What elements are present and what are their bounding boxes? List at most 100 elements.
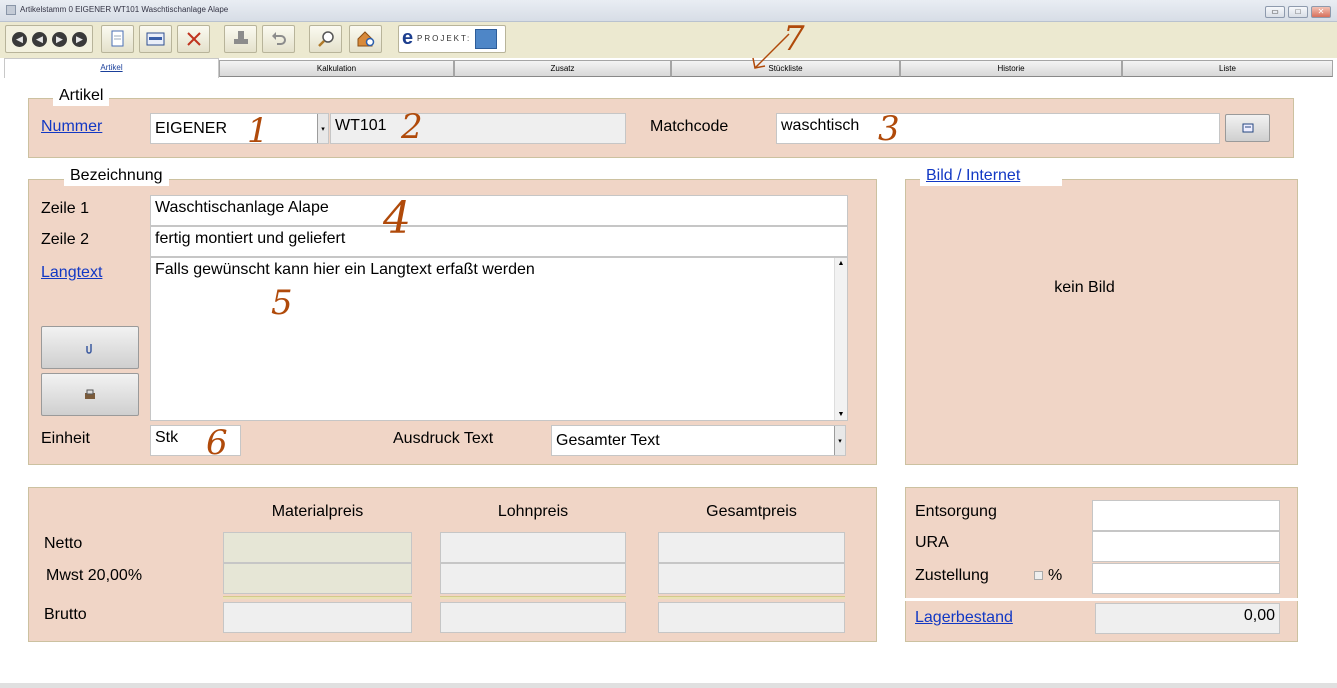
langtext-link[interactable]: Langtext (41, 264, 102, 282)
status-strip (0, 683, 1337, 688)
mwst-lohn-field[interactable] (440, 563, 626, 594)
home-search-icon (357, 31, 374, 47)
brutto-label: Brutto (44, 606, 87, 623)
tab-kalkulation[interactable]: Kalkulation (219, 60, 454, 77)
nummer-prefix-value: EIGENER (155, 119, 228, 137)
ausdruck-value: Gesamter Text (556, 431, 660, 449)
ura-label: URA (915, 534, 949, 551)
annotation-4: 4 (383, 193, 411, 244)
close-button[interactable]: ✕ (1311, 6, 1331, 18)
kein-bild-text: kein Bild (1054, 279, 1115, 296)
search-icon (317, 31, 334, 47)
annotation-5: 5 (271, 283, 293, 323)
mwst-label: Mwst 20,00% (46, 567, 143, 584)
previous-record-icon[interactable]: ◀ (32, 32, 47, 47)
next-record-icon[interactable]: ▶ (52, 32, 67, 47)
zustellung-percent-checkbox[interactable] (1034, 571, 1043, 580)
home-search-button[interactable] (349, 25, 382, 53)
edit-card-icon (146, 32, 164, 46)
nummer-field[interactable]: WT101 (330, 113, 626, 144)
col-gesamtpreis: Gesamtpreis (706, 503, 797, 520)
record-navigation: ◀ ◀ ▶ ▶ (5, 25, 93, 53)
zustellung-label: Zustellung (915, 567, 989, 584)
title-bar: Artikelstamm 0 EIGENER WT101 Waschtischa… (0, 0, 1337, 22)
stamp-icon (233, 31, 248, 44)
sum-separator (223, 596, 412, 599)
percent-label: % (1048, 567, 1063, 584)
tab-zusatz[interactable]: Zusatz (454, 60, 671, 77)
annotation-1: 1 (247, 111, 269, 151)
attach-button[interactable] (41, 326, 139, 369)
tab-liste[interactable]: Liste (1122, 60, 1333, 77)
mwst-material-field[interactable] (223, 563, 412, 594)
new-button[interactable] (101, 25, 134, 53)
printer-icon (85, 389, 95, 399)
matchcode-label: Matchcode (650, 118, 729, 135)
eprojekt-label: PROJEKT: (417, 34, 472, 43)
netto-material-field[interactable] (223, 532, 412, 563)
annotation-6: 6 (206, 423, 228, 463)
paperclip-icon (86, 343, 92, 354)
bild-internet-link[interactable]: Bild / Internet (920, 166, 1062, 186)
extras-divider (905, 598, 1298, 601)
col-materialpreis: Materialpreis (271, 503, 364, 520)
window-title: Artikelstamm 0 EIGENER WT101 Waschtischa… (20, 5, 229, 14)
brutto-lohn-field[interactable] (440, 602, 626, 633)
undo-button[interactable] (262, 25, 295, 53)
first-record-icon[interactable]: ◀ (12, 32, 27, 47)
sum-separator (658, 596, 845, 599)
minimize-button[interactable]: ▭ (1265, 6, 1285, 18)
zeile1-label: Zeile 1 (41, 200, 90, 217)
edit-button[interactable] (139, 25, 172, 53)
matchcode-field[interactable]: waschtisch (776, 113, 1220, 144)
entsorgung-field[interactable] (1092, 500, 1280, 531)
toolbar: ◀ ◀ ▶ ▶ e PROJEKT: (0, 22, 1337, 58)
zeile2-field[interactable]: fertig montiert und geliefert (150, 226, 848, 257)
nummer-prefix-combo[interactable]: EIGENER ▾ (150, 113, 329, 144)
eprojekt-icon (475, 29, 497, 49)
print-text-button[interactable] (41, 373, 139, 416)
chevron-down-icon[interactable]: ▾ (317, 114, 328, 143)
annotation-arrow-icon (752, 33, 790, 69)
zustellung-field[interactable] (1092, 563, 1280, 594)
bild-panel (905, 179, 1298, 465)
brutto-gesamt-field[interactable] (658, 602, 845, 633)
brutto-material-field[interactable] (223, 602, 412, 633)
tab-artikel[interactable]: Artikel (4, 58, 219, 78)
scroll-up-icon[interactable]: ▲ (835, 260, 847, 267)
artikel-legend: Artikel (53, 86, 110, 106)
zeile1-field[interactable]: Waschtischanlage Alape (150, 195, 848, 226)
tab-historie[interactable]: Historie (900, 60, 1122, 77)
delete-icon (186, 32, 201, 46)
sum-separator (440, 596, 626, 599)
chevron-down-icon[interactable]: ▾ (834, 426, 845, 455)
mwst-gesamt-field[interactable] (658, 563, 845, 594)
annotation-2: 2 (401, 107, 423, 147)
netto-label: Netto (44, 535, 83, 552)
last-record-icon[interactable]: ▶ (72, 32, 87, 47)
ura-field[interactable] (1092, 531, 1280, 562)
eprojekt-button[interactable]: e PROJEKT: (398, 25, 506, 53)
undo-icon (271, 32, 286, 45)
langtext-value: Falls gewünscht kann hier ein Langtext e… (155, 261, 535, 278)
stamp-button[interactable] (224, 25, 257, 53)
edit-note-icon (1242, 123, 1253, 133)
new-document-icon (111, 30, 123, 47)
netto-lohn-field[interactable] (440, 532, 626, 563)
langtext-textarea[interactable]: Falls gewünscht kann hier ein Langtext e… (150, 257, 848, 421)
maximize-button[interactable]: □ (1288, 6, 1308, 18)
lagerbestand-field[interactable]: 0,00 (1095, 603, 1280, 634)
eprojekt-logo-e: e (402, 27, 414, 49)
matchcode-edit-button[interactable] (1225, 114, 1270, 142)
nummer-link[interactable]: Nummer (41, 118, 102, 136)
lagerbestand-link[interactable]: Lagerbestand (915, 609, 1013, 627)
delete-button[interactable] (177, 25, 210, 53)
app-icon (6, 5, 16, 15)
entsorgung-label: Entsorgung (915, 503, 997, 520)
netto-gesamt-field[interactable] (658, 532, 845, 563)
annotation-3: 3 (878, 109, 900, 149)
search-button[interactable] (309, 25, 342, 53)
ausdruck-select[interactable]: Gesamter Text ▾ (551, 425, 846, 456)
scroll-down-icon[interactable]: ▼ (835, 411, 847, 418)
langtext-scrollbar[interactable]: ▲ ▼ (834, 258, 847, 420)
